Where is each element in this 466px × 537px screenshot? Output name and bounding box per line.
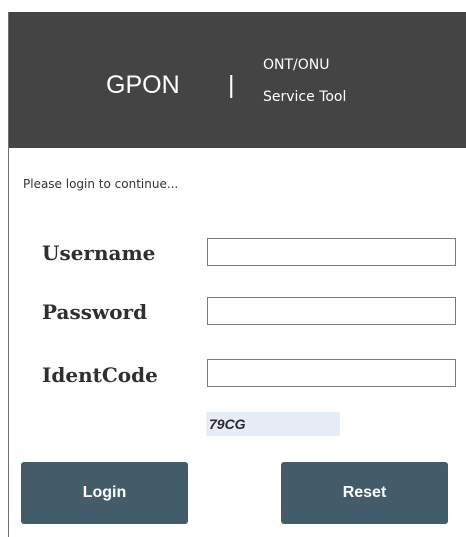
subtitle-line-2: Service Tool	[263, 89, 347, 105]
reset-button[interactable]: Reset	[281, 462, 448, 524]
password-input[interactable]	[207, 297, 456, 325]
password-label: Password	[42, 300, 148, 324]
brand-separator: |	[228, 71, 235, 99]
captcha-code: 79CG	[206, 412, 340, 436]
login-button[interactable]: Login	[21, 462, 188, 524]
identcode-label: IdentCode	[42, 363, 158, 387]
login-hint: Please login to continue...	[23, 177, 179, 191]
brand-title: GPON	[106, 71, 180, 99]
login-panel: GPON | ONT/ONU Service Tool Please login…	[8, 12, 466, 537]
username-input[interactable]	[207, 238, 456, 266]
header-bar: GPON | ONT/ONU Service Tool	[9, 12, 466, 148]
identcode-input[interactable]	[207, 359, 456, 387]
subtitle-line-1: ONT/ONU	[263, 57, 330, 73]
username-label: Username	[42, 241, 156, 265]
